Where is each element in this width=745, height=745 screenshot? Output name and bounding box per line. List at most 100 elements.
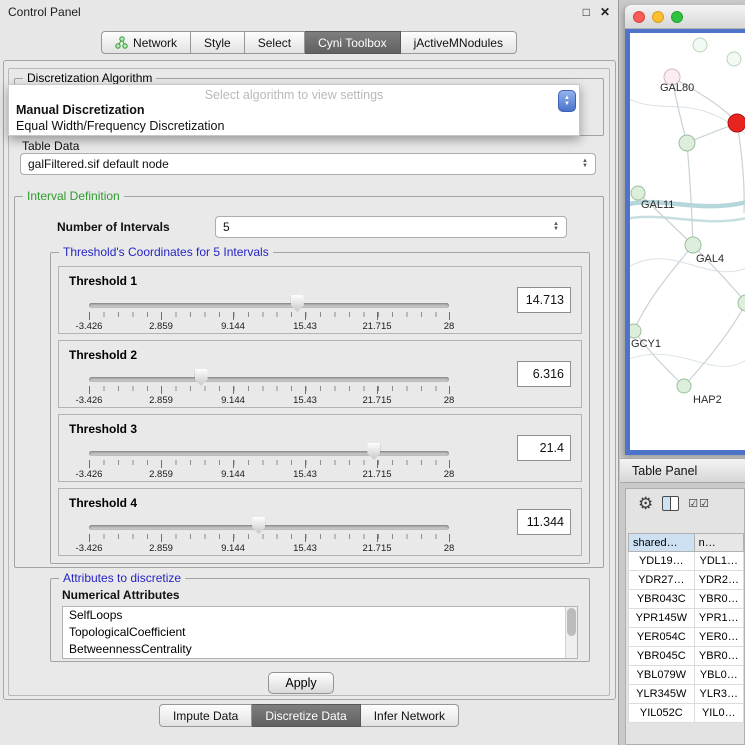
slider-track[interactable]: [89, 451, 449, 456]
network-node[interactable]: [677, 379, 691, 393]
algorithm-combo-placeholder: Select algorithm to view settings: [9, 85, 579, 102]
close-traffic-light-icon[interactable]: [633, 11, 645, 23]
tab-infer-network[interactable]: Infer Network: [361, 704, 459, 727]
table-row[interactable]: YPR145WYPR1…: [629, 609, 744, 628]
slider-thumb[interactable]: [367, 443, 380, 460]
tab-impute-data[interactable]: Impute Data: [159, 704, 252, 727]
table-cell[interactable]: YIL052C: [629, 704, 695, 723]
table-cell[interactable]: YPR145W: [629, 609, 695, 628]
table-row[interactable]: YER054CYER0…: [629, 628, 744, 647]
number-of-intervals-combobox[interactable]: 5 ▲▼: [215, 216, 567, 238]
tab-style[interactable]: Style: [191, 31, 245, 54]
table-cell[interactable]: YIL0…: [694, 704, 743, 723]
minimize-traffic-light-icon[interactable]: [652, 11, 664, 23]
attribute-list-item[interactable]: BetweennessCentrality: [63, 641, 577, 658]
threshold-2-value-field[interactable]: 6.316: [517, 361, 571, 387]
network-edge[interactable]: [737, 123, 744, 213]
column-header-shared-name[interactable]: shared…: [629, 534, 695, 552]
table-cell[interactable]: YDR2…: [694, 571, 743, 590]
network-edge[interactable]: [634, 245, 693, 331]
table-cell[interactable]: YDL1…: [694, 552, 743, 571]
table-panel-header[interactable]: Table Panel: [620, 458, 745, 483]
table-cell[interactable]: YBL0…: [694, 666, 743, 685]
table-row[interactable]: YIL052CYIL0…: [629, 704, 744, 723]
network-canvas[interactable]: GAL80 GAL11 GAL4 GCY1 HAP2: [630, 33, 745, 450]
network-edge[interactable]: [630, 217, 745, 221]
network-node[interactable]: [693, 38, 707, 52]
threshold-3-slider[interactable]: -3.4262.8599.14415.4321.71528: [89, 445, 449, 481]
bottom-tab-bar: Impute Data Discretize Data Infer Networ…: [0, 704, 618, 727]
network-node[interactable]: [630, 324, 641, 338]
select-columns-checkbox-icons[interactable]: ☑☑: [688, 497, 710, 510]
network-node[interactable]: [679, 135, 695, 151]
table-cell[interactable]: YER0…: [694, 628, 743, 647]
table-row[interactable]: YBL079WYBL0…: [629, 666, 744, 685]
table-cell[interactable]: YDR27…: [629, 571, 695, 590]
table-cell[interactable]: YLR3…: [694, 685, 743, 704]
slider-track[interactable]: [89, 303, 449, 308]
numerical-attributes-list[interactable]: SelfLoopsTopologicalCoefficientBetweenne…: [62, 606, 578, 659]
apply-button[interactable]: Apply: [268, 672, 334, 694]
attribute-list-item[interactable]: SelfLoops: [63, 607, 577, 624]
network-node[interactable]: [631, 186, 645, 200]
threshold-1-value-field[interactable]: 14.713: [517, 287, 571, 313]
numerical-attributes-heading: Numerical Attributes: [62, 588, 180, 602]
slider-track[interactable]: [89, 525, 449, 530]
network-edge[interactable]: [684, 303, 745, 386]
table-cell[interactable]: YBR0…: [694, 647, 743, 666]
table-cell[interactable]: YDL19…: [629, 552, 695, 571]
table-data-combobox[interactable]: galFiltered.sif default node ▲▼: [20, 153, 596, 175]
network-edge[interactable]: [687, 143, 693, 245]
threshold-1-panel: Threshold 1 -3.4262.8599.14415.4321.7152…: [58, 266, 582, 334]
threshold-4-slider[interactable]: -3.4262.8599.14415.4321.71528: [89, 519, 449, 555]
table-row[interactable]: YLR345WYLR3…: [629, 685, 744, 704]
combo-stepper-icon: ▲▼: [553, 222, 559, 232]
slider-thumb[interactable]: [291, 295, 304, 312]
tab-jactivemnodules[interactable]: jActiveMNodules: [401, 31, 517, 54]
table-cell[interactable]: YBR0…: [694, 590, 743, 609]
table-cell[interactable]: YBR045C: [629, 647, 695, 666]
slider-thumb[interactable]: [195, 369, 208, 386]
table-cell[interactable]: YLR345W: [629, 685, 695, 704]
slider-thumb[interactable]: [252, 517, 265, 534]
tab-cyni-toolbox[interactable]: Cyni Toolbox: [305, 31, 400, 54]
zoom-traffic-light-icon[interactable]: [671, 11, 683, 23]
table-settings-gear-icon[interactable]: ⚙: [638, 495, 653, 512]
attribute-list-item[interactable]: TopologicalCoefficient: [63, 624, 577, 641]
table-cell[interactable]: YPR1…: [694, 609, 743, 628]
network-node[interactable]: [727, 52, 741, 66]
tab-select[interactable]: Select: [245, 31, 305, 54]
list-scrollbar[interactable]: [565, 607, 577, 658]
algorithm-option-manual-discretization[interactable]: Manual Discretization: [9, 102, 579, 118]
column-header-name[interactable]: n…: [694, 534, 743, 552]
network-window-titlebar[interactable]: [625, 5, 745, 29]
slider-scale-label: -3.426: [76, 395, 103, 406]
float-window-icon[interactable]: □: [583, 5, 590, 19]
list-scrollbar-thumb[interactable]: [567, 608, 576, 636]
table-cell[interactable]: YBL079W: [629, 666, 695, 685]
tab-network[interactable]: Network: [101, 31, 191, 54]
slider-scale: -3.4262.8599.14415.4321.71528: [89, 543, 449, 555]
slider-scale-label: 21.715: [362, 469, 391, 480]
table-row[interactable]: YDR27…YDR2…: [629, 571, 744, 590]
threshold-4-value-field[interactable]: 11.344: [517, 509, 571, 535]
algorithm-combo-stepper[interactable]: ▲ ▼: [558, 90, 576, 112]
control-panel-titlebar[interactable]: Control Panel □ ✕: [0, 0, 618, 24]
network-node[interactable]: [738, 295, 745, 311]
show-columns-icon[interactable]: [662, 496, 679, 511]
table-cell[interactable]: YBR043C: [629, 590, 695, 609]
table-row[interactable]: YDL19…YDL1…: [629, 552, 744, 571]
table-row[interactable]: YBR043CYBR0…: [629, 590, 744, 609]
threshold-2-slider[interactable]: -3.4262.8599.14415.4321.71528: [89, 371, 449, 407]
algorithm-option-equal-width-frequency[interactable]: Equal Width/Frequency Discretization: [9, 118, 579, 134]
slider-track[interactable]: [89, 377, 449, 382]
close-window-icon[interactable]: ✕: [600, 5, 610, 19]
network-view-window[interactable]: GAL80 GAL11 GAL4 GCY1 HAP2: [625, 5, 745, 455]
table-row[interactable]: YBR045CYBR0…: [629, 647, 744, 666]
network-node[interactable]: [685, 237, 701, 253]
table-cell[interactable]: YER054C: [629, 628, 695, 647]
threshold-1-slider[interactable]: -3.4262.8599.14415.4321.71528: [89, 297, 449, 333]
tab-discretize-data[interactable]: Discretize Data: [252, 704, 360, 727]
network-node-selected[interactable]: [728, 114, 745, 132]
threshold-3-value-field[interactable]: 21.4: [517, 435, 571, 461]
